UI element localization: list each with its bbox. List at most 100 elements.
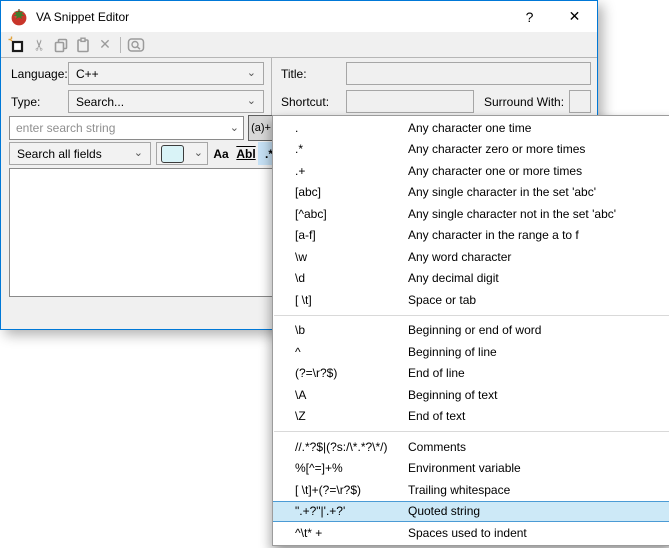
menu-item-pattern: \d	[295, 271, 408, 285]
menu-separator	[273, 311, 669, 320]
menu-item-description: Any character in the range a to f	[408, 228, 669, 242]
menu-item[interactable]: %[^=]+%Environment variable	[273, 458, 669, 480]
match-case-button[interactable]: Aa	[208, 142, 234, 165]
language-label: Language:	[11, 67, 68, 81]
menu-item-description: Any character zero or more times	[408, 142, 669, 156]
menu-item[interactable]: .+Any character one or more times	[273, 160, 669, 182]
menu-item-pattern: [abc]	[295, 185, 408, 199]
toolbar-separator	[120, 37, 121, 53]
menu-item-pattern: ".+?"|'.+?'	[295, 504, 408, 518]
menu-item-pattern: ^\t* +	[295, 526, 408, 540]
cut-icon: ✂	[30, 38, 48, 51]
chevron-down-icon: ⌄	[134, 148, 143, 159]
menu-item-pattern: ^	[295, 345, 408, 359]
copy-icon	[52, 36, 70, 54]
menu-item-description: Trailing whitespace	[408, 483, 669, 497]
whole-word-label: Abl	[236, 147, 255, 161]
help-button[interactable]: ?	[507, 1, 552, 32]
search-combobox: ⌄	[9, 116, 244, 140]
menu-item-description: Beginning of text	[408, 388, 669, 402]
surround-with-input[interactable]	[569, 90, 591, 113]
menu-item-description: End of text	[408, 409, 669, 423]
menu-item-pattern: [ \t]+(?=\r?$)	[295, 483, 408, 497]
menu-item-pattern: \b	[295, 323, 408, 337]
menu-item-pattern: .*	[295, 142, 408, 156]
menu-item[interactable]: ".+?"|'.+?'Quoted string	[273, 501, 669, 523]
menu-item-pattern: (?=\r?$)	[295, 366, 408, 380]
shortcut-label: Shortcut:	[281, 95, 329, 109]
menu-item-description: Any single character in the set 'abc'	[408, 185, 669, 199]
paste-icon	[74, 36, 92, 54]
menu-item[interactable]: [abc]Any single character in the set 'ab…	[273, 182, 669, 204]
menu-item-description: Any character one or more times	[408, 164, 669, 178]
form-divider	[271, 58, 272, 116]
language-value: C++	[76, 67, 99, 81]
menu-item-description: Quoted string	[408, 504, 669, 518]
menu-item-pattern: [^abc]	[295, 207, 408, 221]
color-swatch	[161, 145, 184, 163]
whole-word-button[interactable]: Abl	[234, 142, 258, 165]
menu-item[interactable]: \bBeginning or end of word	[273, 320, 669, 342]
shortcut-input[interactable]	[346, 90, 474, 113]
title-input[interactable]	[346, 62, 591, 85]
window-title: VA Snippet Editor	[36, 10, 129, 24]
menu-item[interactable]: .Any character one time	[273, 117, 669, 139]
menu-item[interactable]: \dAny decimal digit	[273, 268, 669, 290]
paste-button[interactable]	[72, 35, 94, 55]
close-button[interactable]: ✕	[552, 1, 597, 32]
title-label: Title:	[281, 67, 307, 81]
menu-item[interactable]: ^\t* +Spaces used to indent	[273, 522, 669, 544]
menu-item[interactable]: [ \t]Space or tab	[273, 289, 669, 311]
chevron-down-icon: ⌄	[247, 68, 256, 79]
surround-with-label: Surround With:	[484, 95, 564, 109]
regex-menu: .Any character one time.*Any character z…	[272, 115, 669, 546]
search-fields-value: Search all fields	[17, 147, 102, 161]
menu-item-description: Spaces used to indent	[408, 526, 669, 540]
menu-item-pattern: //.*?$|(?s:/\*.*?\*/)	[295, 440, 408, 454]
menu-item-description: Any decimal digit	[408, 271, 669, 285]
cut-button[interactable]: ✂	[28, 35, 50, 55]
toolbar: ✂ ✕	[1, 32, 597, 58]
menu-item[interactable]: (?=\r?$)End of line	[273, 363, 669, 385]
menu-item[interactable]: \ABeginning of text	[273, 384, 669, 406]
menu-item[interactable]: .*Any character zero or more times	[273, 139, 669, 161]
search-input[interactable]	[14, 120, 227, 136]
menu-item[interactable]: [ \t]+(?=\r?$)Trailing whitespace	[273, 479, 669, 501]
delete-icon: ✕	[99, 36, 111, 53]
copy-button[interactable]	[50, 35, 72, 55]
insert-regex-button[interactable]: (a)+	[248, 115, 274, 141]
new-snippet-icon	[7, 35, 27, 55]
menu-item-pattern: \w	[295, 250, 408, 264]
chevron-down-icon: ⌄	[230, 123, 239, 134]
delete-button[interactable]: ✕	[94, 35, 116, 55]
menu-item-description: Environment variable	[408, 461, 669, 475]
language-select[interactable]: C++ ⌄	[68, 62, 264, 85]
color-filter-select[interactable]: ⌄	[156, 142, 208, 165]
search-fields-select[interactable]: Search all fields ⌄	[9, 142, 151, 165]
menu-item[interactable]: \wAny word character	[273, 246, 669, 268]
menu-item[interactable]: \ZEnd of text	[273, 406, 669, 428]
chevron-down-icon: ⌄	[247, 96, 256, 107]
menu-item-pattern: %[^=]+%	[295, 461, 408, 475]
menu-item-description: Any single character not in the set 'abc…	[408, 207, 669, 221]
menu-item-pattern: \A	[295, 388, 408, 402]
explore-button[interactable]	[125, 35, 147, 55]
menu-item[interactable]: //.*?$|(?s:/\*.*?\*/)Comments	[273, 436, 669, 458]
menu-item-description: Comments	[408, 440, 669, 454]
type-select[interactable]: Search... ⌄	[68, 90, 264, 113]
chevron-down-icon: ⌄	[194, 148, 203, 159]
menu-item-description: Any character one time	[408, 121, 669, 135]
menu-item-description: Beginning or end of word	[408, 323, 669, 337]
menu-item[interactable]: [^abc]Any single character not in the se…	[273, 203, 669, 225]
menu-separator	[273, 427, 669, 436]
menu-item-pattern: \Z	[295, 409, 408, 423]
menu-item-description: End of line	[408, 366, 669, 380]
menu-item[interactable]: [a-f]Any character in the range a to f	[273, 225, 669, 247]
menu-item-pattern: .	[295, 121, 408, 135]
menu-item-pattern: .+	[295, 164, 408, 178]
menu-item[interactable]: ^Beginning of line	[273, 341, 669, 363]
menu-item-pattern: [a-f]	[295, 228, 408, 242]
new-snippet-button[interactable]	[6, 35, 28, 55]
menu-item-description: Space or tab	[408, 293, 669, 307]
menu-item-description: Any word character	[408, 250, 669, 264]
